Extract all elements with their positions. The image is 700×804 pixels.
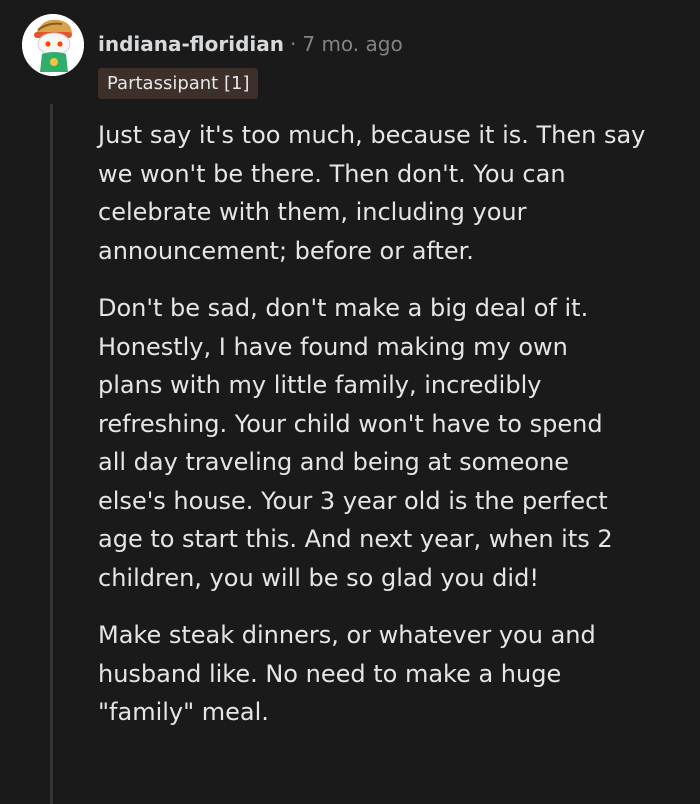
comment-line: Make steak dinners, or whatever you and [98, 621, 596, 649]
comment-paragraph: Make steak dinners, or whatever you and … [98, 616, 678, 732]
timestamp-link[interactable]: 7 mo. ago [302, 32, 402, 56]
comment-paragraph: Just say it's too much, because it is. T… [98, 116, 678, 270]
user-avatar[interactable] [22, 14, 84, 76]
comment-line: else's house. Your 3 year old is the per… [98, 486, 608, 515]
comment-line: Honestly, I have found making my own [98, 332, 568, 361]
comment-line: plans with my little family, incredibly [98, 371, 542, 399]
comment-line: Just say it's too much, because it is. T… [98, 121, 646, 149]
thread-line[interactable] [50, 104, 53, 804]
username-link[interactable]: indiana-floridian [98, 32, 284, 56]
comment-line: we won't be there. Then don't. You can [98, 159, 566, 188]
comment-line: children, you will be so glad you did! [98, 563, 539, 592]
meta-separator: · [290, 32, 297, 56]
comment-line: husband like. No need to make a huge [98, 659, 562, 688]
user-flair-badge: Partassipant [1] [98, 68, 259, 99]
comment-paragraph: Don't be sad, don't make a big deal of i… [98, 289, 678, 597]
comment-meta: indiana-floridian · 7 mo. ago [98, 30, 403, 58]
comment-line: announcement; before or after. [98, 236, 474, 265]
comment-body: Just say it's too much, because it is. T… [98, 116, 678, 751]
comment-line: Don't be sad, don't make a big deal of i… [98, 294, 589, 322]
snoo-avatar-icon [22, 14, 84, 76]
comment-line: age to start this. And next year, when i… [98, 525, 613, 553]
comment-line: "family" meal. [98, 698, 269, 726]
comment-line: refreshing. Your child won't have to spe… [98, 409, 603, 438]
comment-line: all day traveling and being at someone [98, 448, 570, 476]
comment: indiana-floridian · 7 mo. ago Partassipant… [0, 0, 700, 804]
comment-line: celebrate with them, including your [98, 198, 527, 226]
